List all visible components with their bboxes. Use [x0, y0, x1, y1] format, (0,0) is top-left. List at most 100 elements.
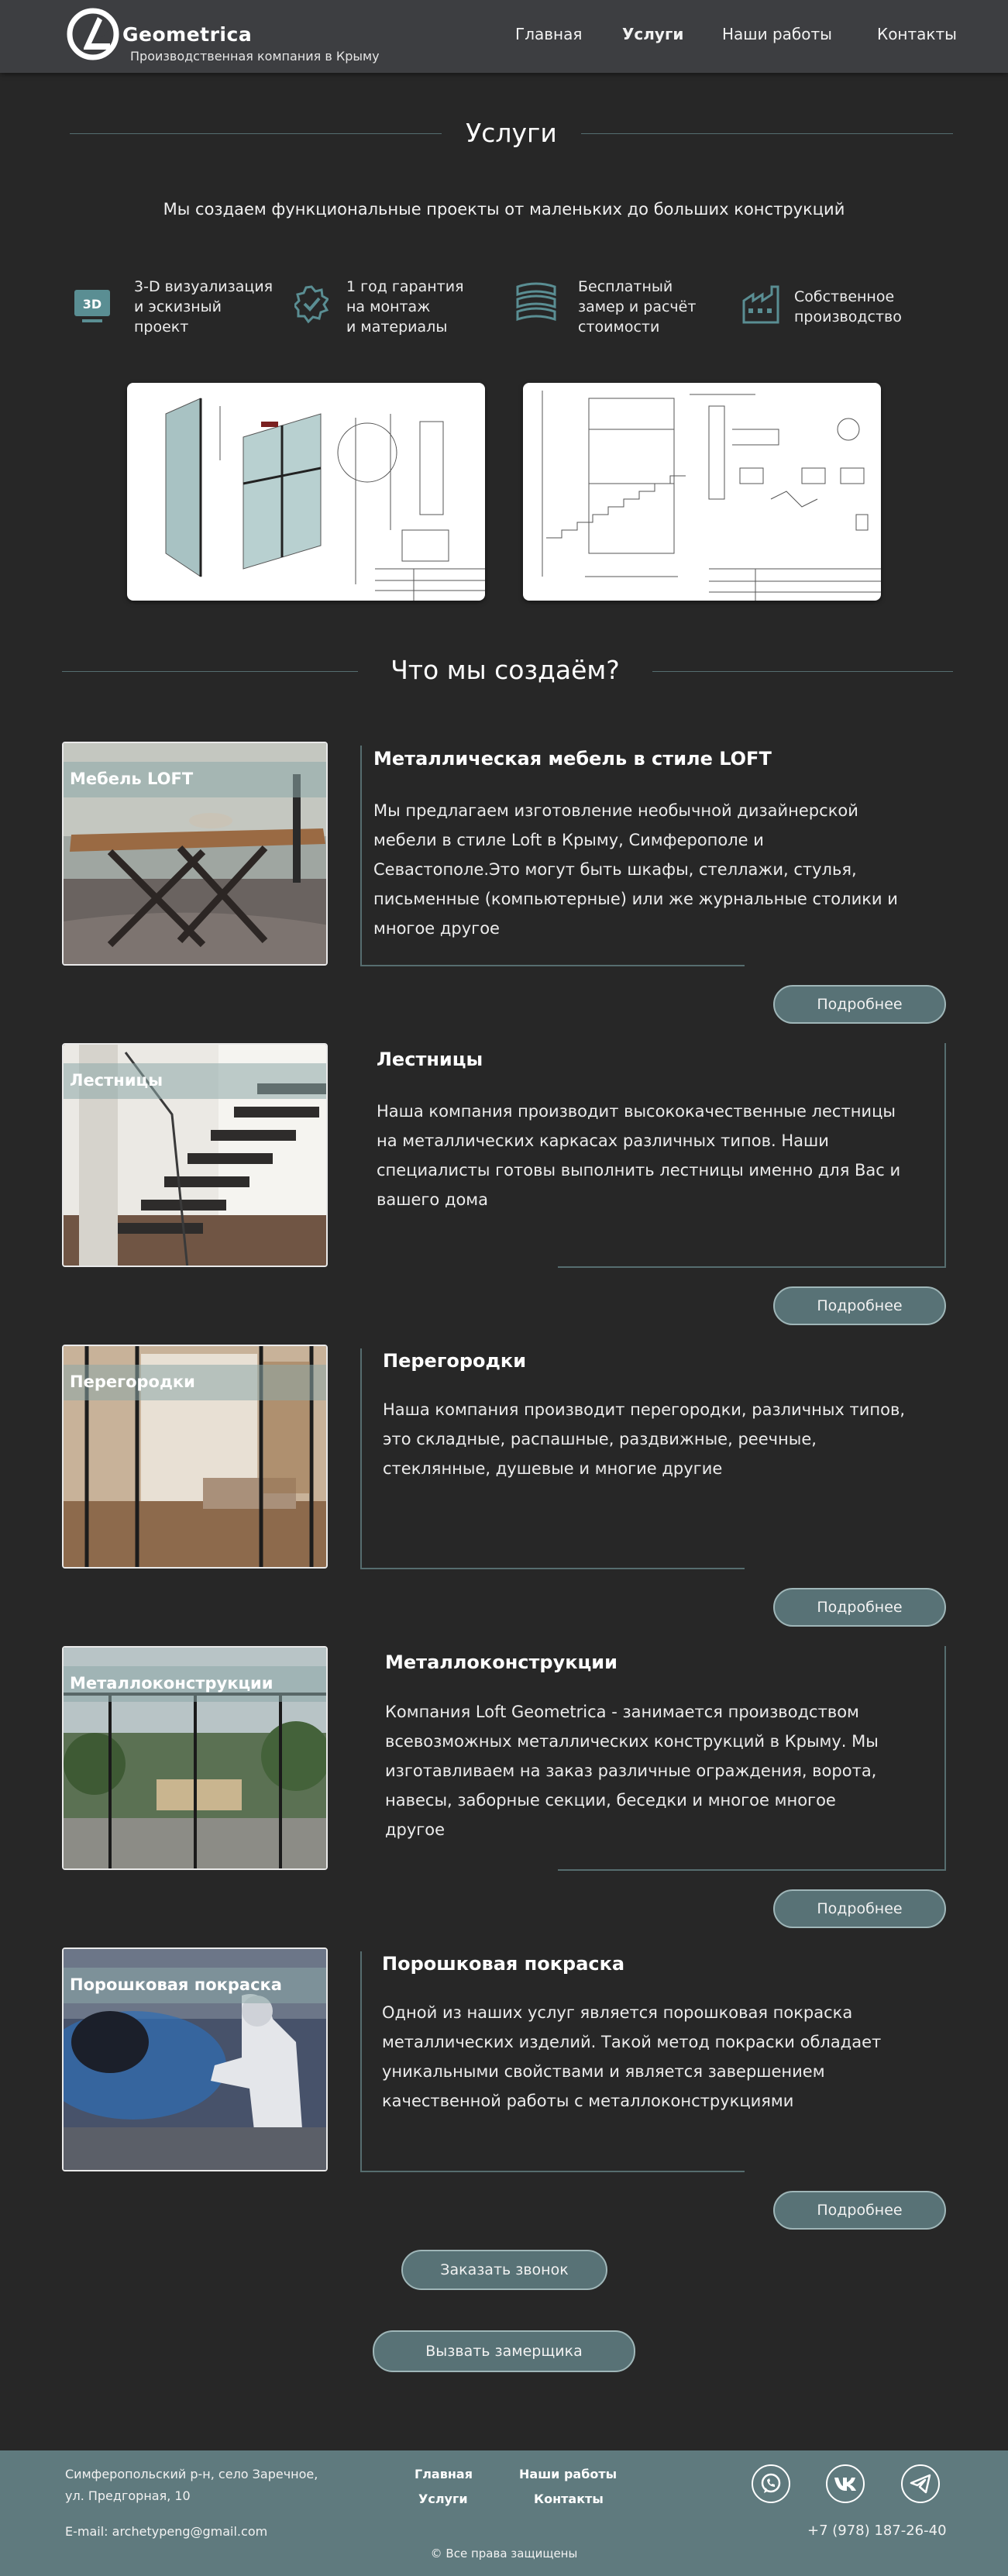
nav-home[interactable]: Главная	[515, 25, 582, 43]
feature-line: и эскизный	[134, 298, 222, 315]
what-title: Что мы создаём?	[390, 655, 620, 685]
more-button[interactable]: Подробнее	[773, 1588, 946, 1627]
card-border-bottom	[360, 1568, 745, 1569]
photo-label: Перегородки	[64, 1365, 326, 1400]
footer-address-line: ул. Предгорная, 10	[65, 2488, 191, 2503]
feature-line: Бесплатный	[578, 278, 673, 295]
feature-production: Собственное производство	[794, 287, 902, 327]
card-border-bottom	[360, 965, 745, 966]
nav-services[interactable]: Услуги	[622, 25, 683, 43]
card-description: Наша компания производит перегородки, ра…	[383, 1395, 905, 1483]
card-line: качественной работы с металлоконструкция…	[382, 2092, 794, 2110]
card-line: письменные (компьютерные) или же журналь…	[373, 890, 898, 908]
card-description: Компания Loft Geometrica - занимается пр…	[385, 1697, 879, 1844]
feature-visualization: 3-D визуализация и эскизный проект	[134, 277, 273, 337]
card-border-right	[944, 1646, 946, 1871]
more-button[interactable]: Подробнее	[773, 985, 946, 1024]
footer-email[interactable]: E-mail: archetypeng@gmail.com	[65, 2524, 267, 2539]
photo-label: Лестницы	[64, 1063, 326, 1099]
feature-measurement: Бесплатный замер и расчёт стоимости	[578, 277, 696, 337]
card-line: металлических изделий. Такой метод покра…	[382, 2033, 882, 2051]
card-line: навесы, заборные секции, беседки и много…	[385, 1791, 836, 1810]
card-border-right	[944, 1043, 946, 1268]
vk-icon[interactable]	[826, 2464, 865, 2503]
photo-powder-coating[interactable]: Порошковая покраска	[62, 1947, 328, 2171]
card-line: изготавливаем на заказ различные огражде…	[385, 1762, 877, 1780]
whatsapp-icon[interactable]	[752, 2464, 790, 2503]
footer-phone[interactable]: +7 (978) 187-26-40	[807, 2523, 947, 2539]
feature-line: производство	[794, 308, 902, 325]
card-title: Металлоконструкции	[385, 1651, 618, 1673]
card-description: Мы предлагаем изготовление необычной диз…	[373, 796, 898, 943]
tape-measure-icon	[516, 282, 556, 322]
more-button[interactable]: Подробнее	[773, 2191, 946, 2230]
footer-address-line: Симферопольский р-н, село Заречное,	[65, 2467, 318, 2481]
page: Geometrica Производственная компания в К…	[0, 0, 1008, 2576]
more-button[interactable]: Подробнее	[773, 1889, 946, 1928]
card-title: Лестницы	[377, 1049, 483, 1070]
photo-label: Порошковая покраска	[64, 1968, 326, 2003]
feature-line: 1 год гарантия	[346, 278, 464, 295]
telegram-icon[interactable]	[901, 2464, 940, 2503]
card-line: Одной из наших услуг является порошковая…	[382, 2003, 853, 2022]
staircase-drawing[interactable]	[523, 383, 881, 601]
call-measurer-button[interactable]: Вызвать замерщика	[373, 2330, 635, 2372]
heading-line-right	[652, 671, 953, 672]
footer-copyright: © Все права защищены	[430, 2547, 578, 2561]
card-border-left	[360, 1348, 362, 1569]
card-border-left	[360, 1951, 362, 2172]
card-line: стеклянные, душевые и многие другие	[383, 1459, 723, 1478]
heading-line-right	[581, 133, 953, 134]
photo-partitions[interactable]: Перегородки	[62, 1345, 328, 1569]
feature-line: и материалы	[346, 319, 448, 336]
footer-link-works[interactable]: Наши работы	[519, 2467, 617, 2481]
footer-link-home[interactable]: Главная	[415, 2467, 473, 2481]
services-subtitle: Мы создаем функциональные проекты от мал…	[163, 200, 845, 219]
brand-name[interactable]: Geometrica	[122, 23, 252, 46]
order-call-button[interactable]: Заказать звонок	[401, 2250, 607, 2290]
brand-tagline: Производственная компания в Крыму	[130, 49, 380, 64]
card-border-bottom	[360, 2171, 745, 2172]
footer-link-contacts[interactable]: Контакты	[534, 2492, 604, 2506]
heading-line-left	[62, 671, 358, 672]
nav-works[interactable]: Наши работы	[722, 25, 832, 43]
card-line: всевозможных металлических конструкций в…	[385, 1732, 879, 1751]
feature-line: на монтаж	[346, 298, 431, 315]
logo-icon[interactable]	[67, 6, 119, 60]
card-line: Наша компания производит перегородки, ра…	[383, 1400, 906, 1419]
3d-icon-text: 3D	[83, 297, 101, 312]
card-line: другое	[385, 1820, 446, 1839]
feature-line: проект	[134, 319, 189, 336]
photo-loft-furniture[interactable]: Мебель LOFT	[62, 742, 328, 966]
nav-contacts[interactable]: Контакты	[877, 25, 957, 43]
footer-link-services[interactable]: Услуги	[418, 2492, 468, 2506]
more-button[interactable]: Подробнее	[773, 1286, 946, 1325]
site-header: Geometrica Производственная компания в К…	[0, 0, 1008, 73]
photo-stairs[interactable]: Лестницы	[62, 1043, 328, 1267]
photo-label: Мебель LOFT	[64, 762, 326, 797]
partition-drawing[interactable]	[127, 383, 485, 601]
feature-line: стоимости	[578, 319, 660, 336]
card-line: Компания Loft Geometrica - занимается пр…	[385, 1703, 859, 1721]
card-title: Порошковая покраска	[382, 1953, 625, 1975]
card-title: Металлическая мебель в стиле LOFT	[373, 748, 772, 770]
card-description: Наша компания производит высококачествен…	[377, 1097, 900, 1214]
card-line: на металлических каркасах различных типо…	[377, 1131, 829, 1150]
heading-line-left	[70, 133, 442, 134]
card-line: уникальными свойствами и является заверш…	[382, 2062, 825, 2081]
badge-check-icon	[294, 285, 329, 324]
photo-metal-structures[interactable]: Металлоконструкции	[62, 1646, 328, 1870]
card-title: Перегородки	[383, 1350, 527, 1372]
feature-line: Собственное	[794, 288, 895, 305]
card-line: Мы предлагаем изготовление необычной диз…	[373, 801, 858, 820]
card-line: Севастополе.Это могут быть шкафы, стелла…	[373, 860, 857, 879]
card-line: многое другое	[373, 919, 500, 938]
card-border-left	[360, 746, 362, 966]
feature-line: замер и расчёт	[578, 298, 697, 315]
card-line: специалисты готовы выполнить лестницы им…	[377, 1161, 901, 1180]
services-title: Услуги	[466, 118, 557, 148]
factory-icon	[742, 285, 779, 324]
card-line: это складные, распашные, раздвижные, рее…	[383, 1430, 817, 1448]
card-border-bottom	[558, 1266, 946, 1268]
photo-label: Металлоконструкции	[64, 1666, 326, 1702]
